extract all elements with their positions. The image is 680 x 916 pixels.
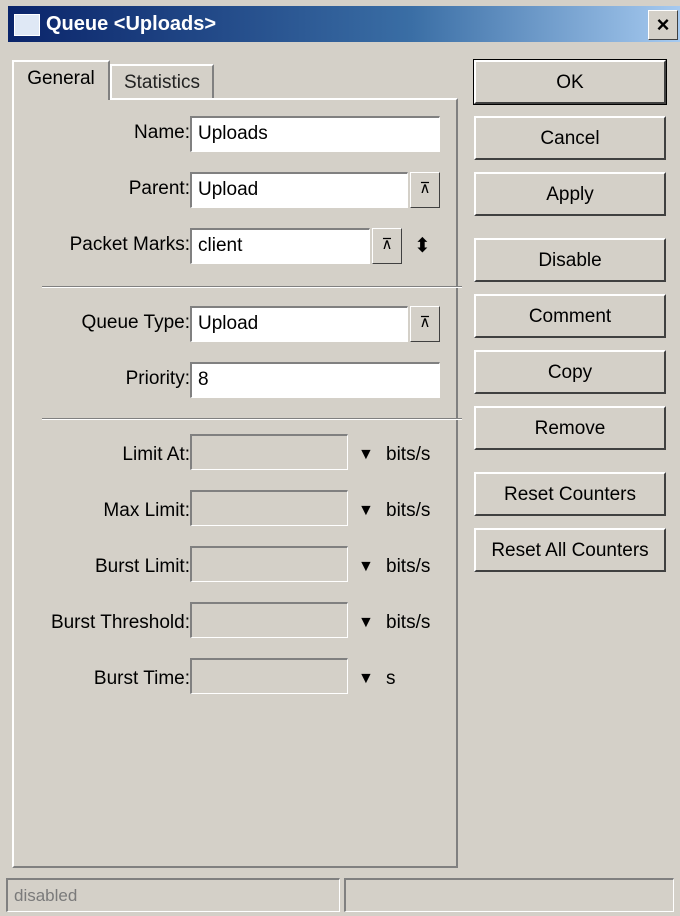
parent-label: Parent: (128, 178, 190, 199)
burst-threshold-arrow-icon[interactable]: ▼ (358, 614, 374, 632)
ok-button[interactable]: OK (473, 59, 667, 105)
cancel-button[interactable]: Cancel (474, 116, 666, 160)
separator (42, 418, 462, 420)
burst-threshold-label: Burst Threshold: (50, 612, 190, 633)
burst-limit-unit: bits/s (386, 556, 431, 577)
disable-button[interactable]: Disable (474, 238, 666, 282)
general-panel: Name: Uploads Parent: Upload ⊼ Packet Ma… (12, 98, 462, 868)
reset-all-counters-button[interactable]: Reset All Counters (474, 528, 666, 572)
queue-type-label: Queue Type: (81, 312, 190, 333)
remove-button[interactable]: Remove (474, 406, 666, 450)
burst-time-field[interactable] (190, 658, 348, 694)
max-limit-unit: bits/s (386, 500, 431, 521)
packet-marks-select[interactable]: client (190, 228, 370, 264)
parent-dropdown-icon[interactable]: ⊼ (410, 172, 440, 208)
limit-at-unit: bits/s (386, 444, 431, 465)
name-field[interactable]: Uploads (190, 116, 440, 152)
burst-limit-field[interactable] (190, 546, 348, 582)
limit-at-field[interactable] (190, 434, 348, 470)
packet-marks-label: Packet Marks: (69, 234, 190, 255)
packet-marks-dropdown-icon[interactable]: ⊼ (372, 228, 402, 264)
status-bar-right (344, 878, 674, 912)
queue-dialog: Queue <Uploads> × Statistics General Nam… (0, 0, 680, 916)
name-label: Name: (134, 122, 190, 143)
limit-at-arrow-icon[interactable]: ▼ (358, 446, 374, 464)
separator (42, 286, 462, 288)
burst-threshold-unit: bits/s (386, 612, 431, 633)
burst-limit-arrow-icon[interactable]: ▼ (358, 558, 374, 576)
parent-select[interactable]: Upload (190, 172, 408, 208)
burst-time-unit: s (386, 668, 396, 689)
max-limit-label: Max Limit: (103, 500, 190, 521)
queue-type-select[interactable]: Upload (190, 306, 408, 342)
burst-time-label: Burst Time: (93, 668, 190, 689)
priority-field[interactable]: 8 (190, 362, 440, 398)
limit-at-label: Limit At: (122, 444, 190, 465)
window-title: Queue <Uploads> (46, 13, 217, 35)
max-limit-arrow-icon[interactable]: ▼ (358, 502, 374, 520)
copy-button[interactable]: Copy (474, 350, 666, 394)
max-limit-field[interactable] (190, 490, 348, 526)
title-bar[interactable]: Queue <Uploads> × (8, 6, 680, 42)
tab-general[interactable]: General (12, 60, 110, 100)
updown-icon[interactable]: ⬍ (414, 233, 431, 258)
reset-counters-button[interactable]: Reset Counters (474, 472, 666, 516)
priority-label: Priority: (125, 368, 190, 389)
apply-button[interactable]: Apply (474, 172, 666, 216)
burst-limit-label: Burst Limit: (94, 556, 190, 577)
window-icon (14, 14, 40, 36)
burst-threshold-field[interactable] (190, 602, 348, 638)
burst-time-arrow-icon[interactable]: ▼ (358, 670, 374, 688)
tab-statistics[interactable]: Statistics (110, 64, 214, 100)
queue-type-dropdown-icon[interactable]: ⊼ (410, 306, 440, 342)
status-bar-left: disabled (6, 878, 340, 912)
close-button[interactable]: × (648, 10, 678, 40)
comment-button[interactable]: Comment (474, 294, 666, 338)
